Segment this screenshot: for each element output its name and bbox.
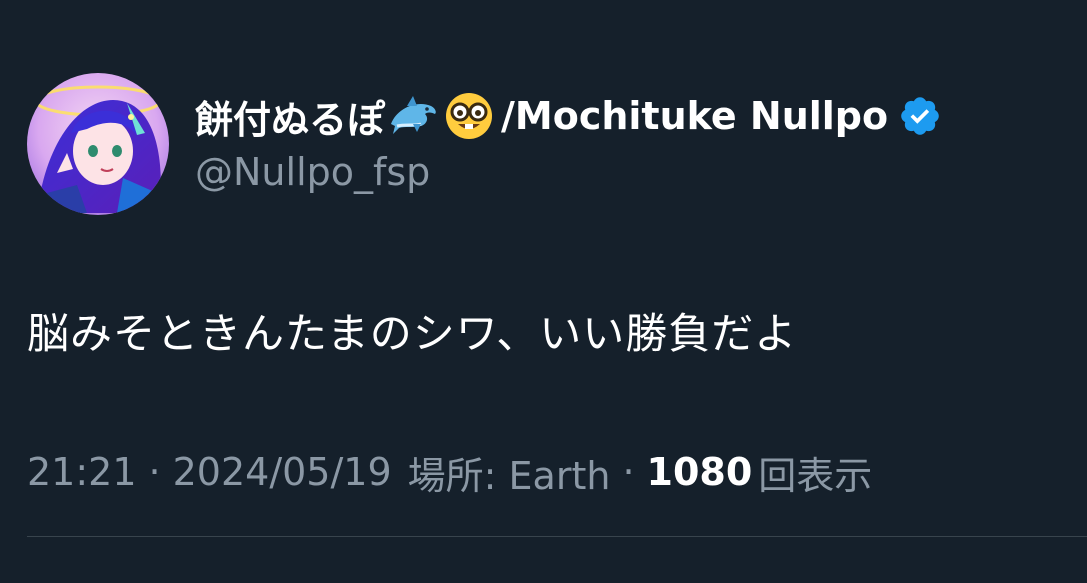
dolphin-icon — [387, 90, 439, 142]
verified-badge-icon[interactable] — [898, 94, 942, 138]
author-display-name: 餅付ぬるぽ — [195, 97, 386, 142]
author-name-suffix: /Mochituke Nullpo — [501, 94, 889, 138]
tweet-detail: 餅付ぬるぽ /Mochituke Nullpo @Nullpo_fsp 脳みそと… — [0, 0, 1087, 583]
tweet-date[interactable]: 2024/05/19 — [173, 450, 392, 494]
tweet-location[interactable]: 場所: Earth — [408, 445, 611, 500]
meta-separator: · — [148, 450, 161, 494]
meta-separator-2: · — [622, 450, 635, 494]
views-count[interactable]: 1080 — [647, 450, 753, 494]
avatar[interactable] — [27, 73, 169, 215]
author-name-row[interactable]: 餅付ぬるぽ /Mochituke Nullpo — [195, 88, 942, 144]
divider — [27, 536, 1087, 537]
tweet-time[interactable]: 21:21 — [27, 450, 137, 494]
tweet-text: 脳みそときんたまのシワ、いい勝負だよ — [27, 309, 798, 358]
author-handle[interactable]: @Nullpo_fsp — [195, 150, 430, 194]
nerd-face-icon — [443, 90, 495, 142]
tweet-meta: 21:21 · 2024/05/19 場所: Earth · 1080 回表示 — [27, 446, 872, 498]
avatar-image — [27, 73, 169, 215]
views-label: 回表示 — [758, 453, 873, 498]
